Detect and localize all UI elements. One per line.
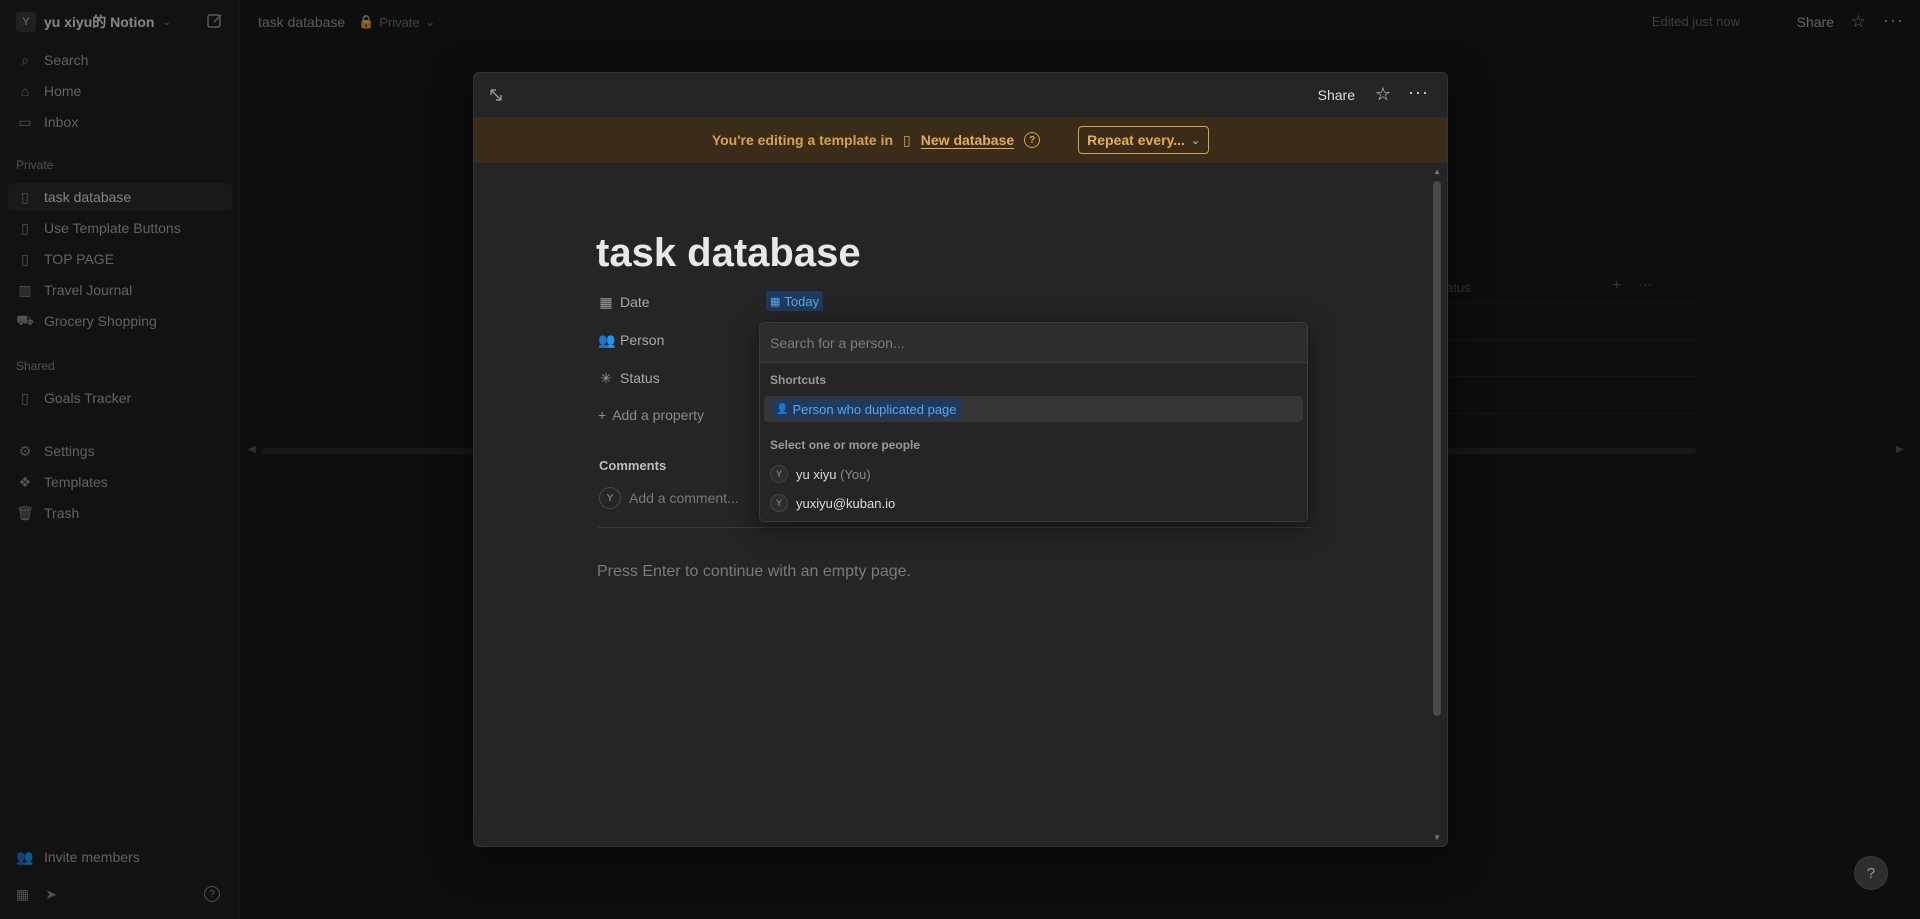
property-label: Status [620,370,660,386]
divider [598,527,1312,528]
help-icon[interactable]: ? [1024,132,1041,148]
people-icon: 👥 [598,331,616,348]
select-people-heading: Select one or more people [770,438,921,452]
comment-input[interactable]: Y Add a comment... [599,487,739,509]
property-person[interactable]: 👥 Person [598,329,664,351]
person-icon: 👤 [776,403,789,415]
database-link[interactable]: New database [921,132,1014,148]
plus-icon: + [598,407,607,423]
person-search-input[interactable] [760,323,1307,363]
avatar: Y [599,487,621,509]
status-icon: ✳ [600,369,612,386]
shortcut-option[interactable]: 👤 Person who duplicated page [764,396,1303,422]
more-icon[interactable]: ··· [1408,82,1429,103]
property-status[interactable]: ✳ Status [598,367,660,389]
modal-share-button[interactable]: Share [1318,87,1355,103]
chevron-down-icon: ⌄ [1190,134,1201,147]
person-option[interactable]: Y yu xiyu (You) [770,465,871,483]
person-name: yuxiyu@kuban.io [796,495,896,511]
calendar-icon: ▦ [599,293,613,310]
avatar: Y [770,494,788,512]
banner-text: You're editing a template in [711,132,894,148]
help-fab-icon[interactable]: ? [1854,856,1888,890]
shortcuts-heading: Shortcuts [770,373,827,387]
page-icon: ▯ [903,131,911,148]
property-date[interactable]: ▦ Date [598,291,650,313]
repeat-button[interactable]: Repeat every... ⌄ [1078,126,1210,154]
expand-icon[interactable] [488,87,508,107]
person-dropdown: Shortcuts 👤 Person who duplicated page S… [759,322,1308,522]
comment-placeholder: Add a comment... [629,490,739,506]
repeat-label: Repeat every... [1087,132,1185,148]
page-title[interactable]: task database [596,231,861,276]
scroll-down-icon[interactable]: ▼ [1433,833,1441,842]
shortcut-chip: 👤 Person who duplicated page [772,399,961,419]
property-label: Date [620,294,650,310]
date-value[interactable]: ▦ Today [766,291,824,311]
person-option[interactable]: Y yuxiyu@kuban.io [770,494,895,512]
avatar: Y [770,465,788,483]
scroll-up-icon[interactable]: ▲ [1433,167,1441,176]
property-label: Person [620,332,665,348]
person-name: yu xiyu (You) [796,466,871,482]
template-banner: You're editing a template in ▯ New datab… [474,117,1447,163]
empty-page-hint[interactable]: Press Enter to continue with an empty pa… [597,563,911,581]
calendar-icon: ▦ [770,295,781,308]
add-property-label: Add a property [612,407,705,423]
star-icon[interactable]: ☆ [1375,84,1391,105]
shortcut-label: Person who duplicated page [792,401,957,417]
date-value-text: Today [784,293,820,309]
comments-heading: Comments [599,458,667,473]
person-search [760,323,1307,363]
add-property-button[interactable]: + Add a property [598,407,704,423]
modal-scrollbar[interactable] [1433,181,1441,716]
